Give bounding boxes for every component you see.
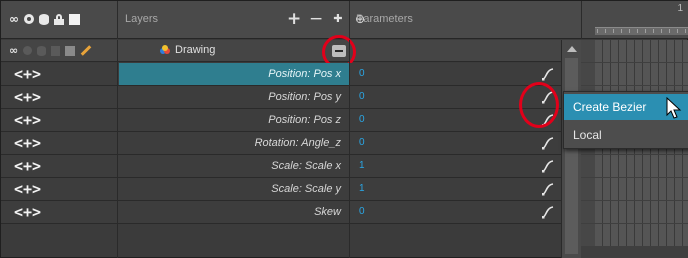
lock-icon[interactable] [54, 13, 64, 25]
parameter-name-cell[interactable]: Skew [119, 201, 349, 223]
add-peg-icon[interactable]: ✚ [331, 9, 345, 29]
keyframe-nav-arrows[interactable]: <+> [14, 203, 41, 221]
parameter-row[interactable]: <+> Position: Pos y 0 [1, 86, 561, 109]
parameter-value[interactable]: 0 [359, 68, 365, 79]
annotation-circle [519, 82, 559, 128]
mouse-pointer-icon [666, 97, 682, 119]
parameter-name: Position: Pos y [268, 91, 341, 103]
drawing-layer-toggles: ∞ [9, 44, 92, 57]
parameter-row[interactable]: <+> Rotation: Angle_z 0 [1, 132, 561, 155]
keyframe-nav-arrows[interactable]: <+> [14, 111, 41, 129]
parameter-row[interactable]: <+> Skew 0 [1, 201, 561, 224]
parameter-name: Scale: Scale x [271, 160, 341, 172]
parameter-value[interactable]: 0 [359, 137, 365, 148]
parameter-name-cell[interactable]: Position: Pos x [119, 63, 349, 85]
keyframe-nav-arrows[interactable]: <+> [14, 65, 41, 83]
pencil-icon[interactable] [80, 45, 92, 56]
timeline-cell[interactable] [595, 155, 688, 177]
keyframe-nav-arrows[interactable]: <+> [14, 180, 41, 198]
database-icon[interactable] [37, 45, 47, 56]
function-curve-icon[interactable] [541, 67, 555, 81]
keyframe-nav-arrows[interactable]: <+> [14, 88, 41, 106]
timeline-cell[interactable] [595, 63, 688, 85]
vertical-scrollbar[interactable] [561, 40, 581, 258]
parameter-name-cell[interactable]: Position: Pos z [119, 109, 349, 131]
column-divider [117, 40, 118, 258]
timeline-cell[interactable] [581, 201, 595, 223]
parameter-name-cell[interactable]: Rotation: Angle_z [119, 132, 349, 154]
drawing-layer-icon [160, 45, 170, 54]
scrollbar-thumb[interactable] [565, 58, 578, 254]
keyframe-nav-arrows[interactable]: <+> [14, 157, 41, 175]
menu-item-local[interactable]: Local [564, 122, 688, 148]
timeline-cell[interactable] [581, 155, 595, 177]
parameter-name: Rotation: Angle_z [254, 137, 341, 149]
parameters-column-label: Parameters [356, 13, 413, 25]
timeline-window: ∞ Layers + − ✚ ⊕ Parameters 1 ∞ Drawing … [0, 0, 688, 258]
parameter-row[interactable]: <+> Position: Pos x 0 [1, 63, 561, 86]
header-divider [581, 1, 582, 39]
drawing-layer-name[interactable]: Drawing [159, 44, 215, 56]
parameter-name: Position: Pos z [268, 114, 341, 126]
timeline-header: ∞ Layers + − ✚ ⊕ Parameters 1 [1, 1, 688, 39]
visibility-icon[interactable] [23, 46, 33, 55]
parameter-name-cell[interactable]: Scale: Scale y [119, 178, 349, 200]
parameter-value[interactable]: 0 [359, 91, 365, 102]
lock-icon[interactable] [51, 45, 61, 56]
timeline-cell[interactable] [595, 201, 688, 223]
parameter-name: Position: Pos x [268, 68, 341, 80]
timeline-cell[interactable] [581, 224, 595, 246]
header-layer-toggles: ∞ [9, 12, 80, 26]
column-divider [349, 40, 350, 258]
function-curve-icon[interactable] [541, 136, 555, 150]
header-divider [349, 1, 350, 39]
parameter-value[interactable]: 1 [359, 183, 365, 194]
parameter-name-cell[interactable]: Position: Pos y [119, 86, 349, 108]
frame-ruler-ticks [597, 29, 687, 33]
parameter-name-cell[interactable]: Scale: Scale x [119, 155, 349, 177]
parameter-value[interactable]: 0 [359, 114, 365, 125]
add-layer-icon[interactable]: + [287, 9, 301, 29]
drawing-layer-row[interactable]: ∞ Drawing [1, 40, 561, 62]
parameter-name: Skew [314, 206, 341, 218]
timeline-grid[interactable] [581, 40, 688, 258]
timeline-cell[interactable] [581, 178, 595, 200]
parameter-row[interactable]: <+> Scale: Scale y 1 [1, 178, 561, 201]
keyframe-nav-arrows[interactable]: <+> [14, 134, 41, 152]
function-curve-icon[interactable] [541, 182, 555, 196]
timeline-cell[interactable] [595, 178, 688, 200]
drawing-layer-label: Drawing [175, 44, 216, 56]
remove-layer-icon[interactable]: − [309, 9, 323, 29]
parameter-name: Scale: Scale y [271, 183, 341, 195]
timeline-cell[interactable] [581, 63, 595, 85]
parameter-value[interactable]: 0 [359, 206, 365, 217]
onion-skin-icon[interactable]: ∞ [9, 44, 18, 57]
function-curve-icon[interactable] [541, 159, 555, 173]
timeline-cell[interactable] [581, 40, 595, 62]
color-swatch-icon[interactable] [69, 13, 80, 25]
onion-skin-icon[interactable]: ∞ [9, 12, 19, 26]
scroll-up-icon[interactable] [567, 46, 577, 52]
header-divider [117, 1, 118, 39]
visibility-icon[interactable] [24, 14, 34, 24]
parameter-value[interactable]: 1 [359, 160, 365, 171]
parameter-row[interactable]: <+> Position: Pos z 0 [1, 109, 561, 132]
function-curve-icon[interactable] [541, 205, 555, 219]
layers-column-label: Layers [125, 13, 159, 25]
timeline-cell[interactable] [595, 40, 688, 62]
layer-toolbar: + − ✚ ⊕ [287, 9, 367, 29]
color-swatch-icon[interactable] [65, 45, 76, 56]
frame-number: 1 [677, 3, 683, 14]
timeline-cell[interactable] [595, 224, 688, 246]
database-icon[interactable] [39, 13, 49, 25]
parameter-row[interactable]: <+> Scale: Scale x 1 [1, 155, 561, 178]
